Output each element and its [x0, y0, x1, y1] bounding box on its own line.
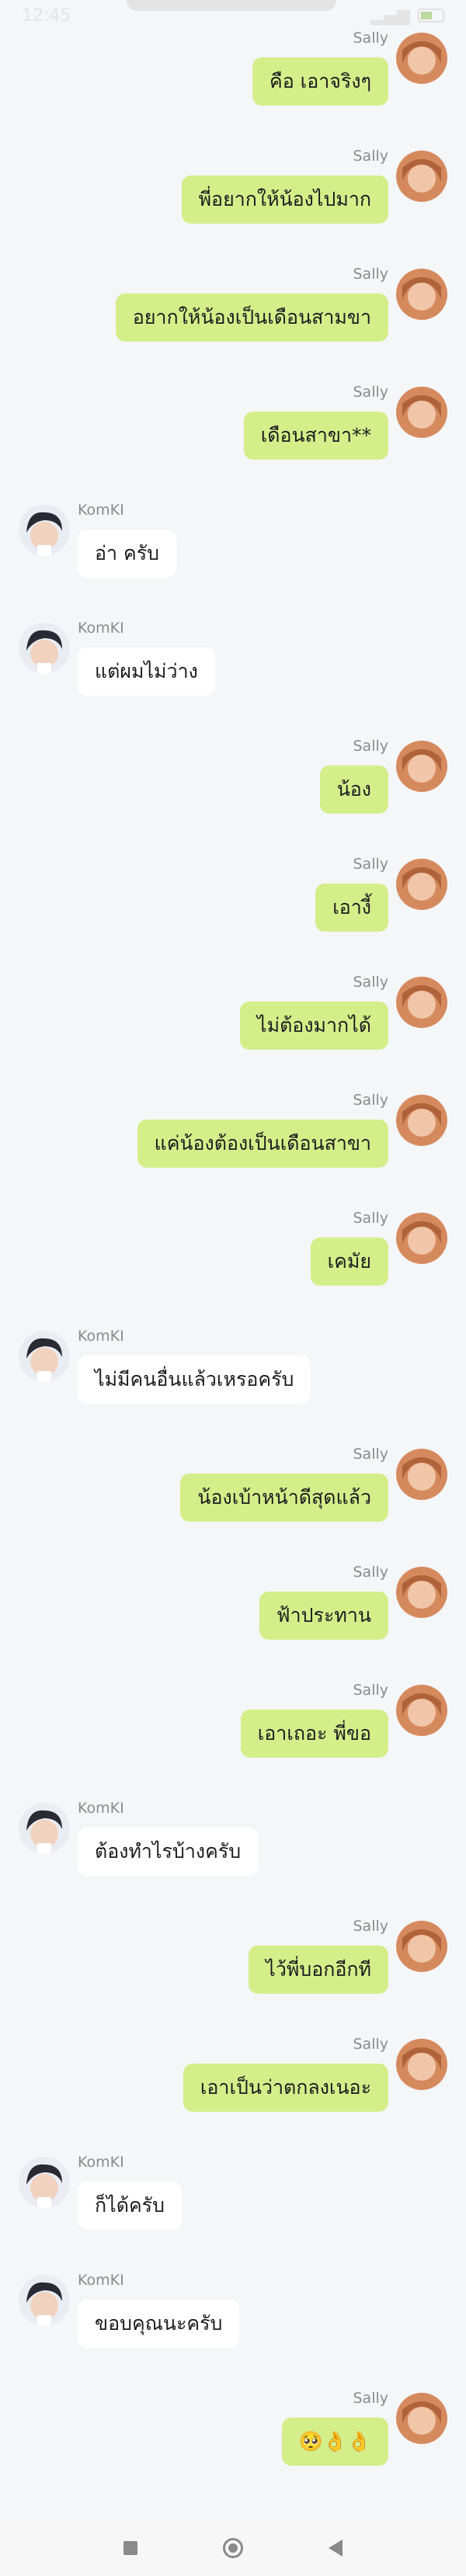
message-bubble[interactable]: ต้องทำไรบ้างครับ	[78, 1828, 259, 1876]
message-row: Sally แค่น้องต้องเป็นเดือนสาขา	[0, 1062, 466, 1180]
sender-name: KomKI	[78, 2272, 124, 2289]
message-row: Sally เอางี้	[0, 826, 466, 944]
sender-name: Sally	[353, 1446, 388, 1463]
message-bubble[interactable]: คือ เอาจริงๆ	[252, 57, 388, 106]
sender-name: KomKI	[78, 502, 124, 519]
message-row: Sally 🥺👌👌	[0, 2360, 466, 2478]
message-bubble[interactable]: เดือนสาขา**	[243, 411, 388, 460]
avatar-komki[interactable]	[19, 505, 70, 556]
sender-name: Sally	[353, 148, 388, 165]
avatar-sally[interactable]	[396, 1921, 447, 1972]
message-row: Sally น้อง	[0, 708, 466, 826]
message-bubble[interactable]: อ่า ครับ	[78, 529, 177, 578]
avatar-komki[interactable]	[19, 1331, 70, 1382]
sender-name: Sally	[353, 738, 388, 755]
message-row: Sally อยากให้น้องเป็นเดือนสามขา	[0, 236, 466, 354]
message-row: KomKI ต้องทำไรบ้างครับ	[0, 1770, 466, 1888]
message-row: Sally ไว้พี่บอกอีกที	[0, 1888, 466, 2006]
message-row: KomKI ก็ได้ครับ	[0, 2124, 466, 2242]
message-row: KomKI ไม่มีคนอื่นแล้วเหรอครับ	[0, 1298, 466, 1416]
message-bubble[interactable]: อยากให้น้องเป็นเดือนสามขา	[115, 293, 388, 342]
message-bubble[interactable]: เอางี้	[315, 884, 388, 932]
message-row: KomKI อ่า ครับ	[0, 472, 466, 590]
avatar-sally[interactable]	[396, 151, 447, 202]
avatar-sally[interactable]	[396, 977, 447, 1028]
message-bubble[interactable]: ไว้พี่บอกอีกที	[249, 1946, 388, 1994]
message-row: Sally เดือนสาขา**	[0, 354, 466, 472]
square-icon[interactable]	[123, 2540, 137, 2555]
message-row: Sally พี่อยากให้น้องไปมาก	[0, 118, 466, 236]
sender-name: KomKI	[78, 620, 124, 637]
message-bubble[interactable]: เอาเป็นว่าตกลงเนอะ	[183, 2064, 388, 2112]
avatar-sally[interactable]	[396, 1567, 447, 1618]
message-bubble[interactable]: ไม่ต้องมากได้	[240, 1002, 388, 1050]
sender-name: KomKI	[78, 1328, 124, 1345]
avatar-sally[interactable]	[396, 1685, 447, 1736]
message-bubble[interactable]: เอาเถอะ พี่ขอ	[240, 1710, 388, 1758]
sender-name: Sally	[353, 1918, 388, 1935]
avatar-komki[interactable]	[19, 623, 70, 674]
message-row: Sally คือ เอาจริงๆ	[0, 0, 466, 118]
sender-name: Sally	[353, 266, 388, 283]
message-bubble[interactable]: ขอบคุณนะครับ	[78, 2300, 240, 2348]
message-row: Sally น้องเบ้าหน้าดีสุดแล้ว	[0, 1416, 466, 1534]
avatar-sally[interactable]	[396, 33, 447, 84]
avatar-sally[interactable]	[396, 387, 447, 438]
sender-name: Sally	[353, 1682, 388, 1699]
avatar-komki[interactable]	[19, 2275, 70, 2326]
avatar-sally[interactable]	[396, 1213, 447, 1264]
system-nav-bar	[0, 2519, 466, 2576]
message-bubble[interactable]: พี่อยากให้น้องไปมาก	[181, 175, 388, 224]
sender-name: Sally	[353, 384, 388, 401]
message-bubble[interactable]: ฟ้าประทาน	[259, 1592, 388, 1640]
message-row: Sally เอาเป็นว่าตกลงเนอะ	[0, 2006, 466, 2124]
avatar-sally[interactable]	[396, 1449, 447, 1500]
triangle-back-icon[interactable]	[329, 2539, 343, 2557]
sender-name: Sally	[353, 2390, 388, 2407]
sender-name: Sally	[353, 1092, 388, 1109]
sender-name: Sally	[353, 1564, 388, 1581]
sender-name: KomKI	[78, 1800, 124, 1817]
message-bubble[interactable]: น้องเบ้าหน้าดีสุดแล้ว	[180, 1474, 388, 1522]
sender-name: Sally	[353, 1210, 388, 1227]
message-row: Sally ไม่ต้องมากได้	[0, 944, 466, 1062]
sender-name: KomKI	[78, 2154, 124, 2171]
message-bubble[interactable]: เคมัย	[310, 1238, 388, 1286]
avatar-sally[interactable]	[396, 2039, 447, 2090]
message-bubble[interactable]: 🥺👌👌	[281, 2418, 388, 2466]
message-row: Sally ฟ้าประทาน	[0, 1534, 466, 1652]
avatar-sally[interactable]	[396, 1095, 447, 1146]
avatar-sally[interactable]	[396, 2393, 447, 2444]
avatar-komki[interactable]	[19, 1803, 70, 1854]
message-bubble[interactable]: แค่น้องต้องเป็นเดือนสาขา	[137, 1120, 388, 1168]
sender-name: Sally	[353, 2036, 388, 2053]
avatar-komki[interactable]	[19, 2157, 70, 2208]
circle-icon[interactable]	[223, 2537, 243, 2558]
message-row: Sally เคมัย	[0, 1180, 466, 1298]
avatar-sally[interactable]	[396, 741, 447, 792]
message-bubble[interactable]: น้อง	[319, 766, 388, 814]
message-row: KomKI แต่ผมไม่ว่าง	[0, 590, 466, 708]
sender-name: Sally	[353, 856, 388, 873]
avatar-sally[interactable]	[396, 269, 447, 320]
sender-name: Sally	[353, 30, 388, 47]
message-bubble[interactable]: ก็ได้ครับ	[78, 2182, 182, 2230]
sender-name: Sally	[353, 974, 388, 991]
message-row: KomKI ขอบคุณนะครับ	[0, 2242, 466, 2360]
message-bubble[interactable]: แต่ผมไม่ว่าง	[78, 647, 215, 696]
avatar-sally[interactable]	[396, 859, 447, 910]
message-bubble[interactable]: ไม่มีคนอื่นแล้วเหรอครับ	[78, 1356, 311, 1404]
message-row: Sally เอาเถอะ พี่ขอ	[0, 1652, 466, 1770]
